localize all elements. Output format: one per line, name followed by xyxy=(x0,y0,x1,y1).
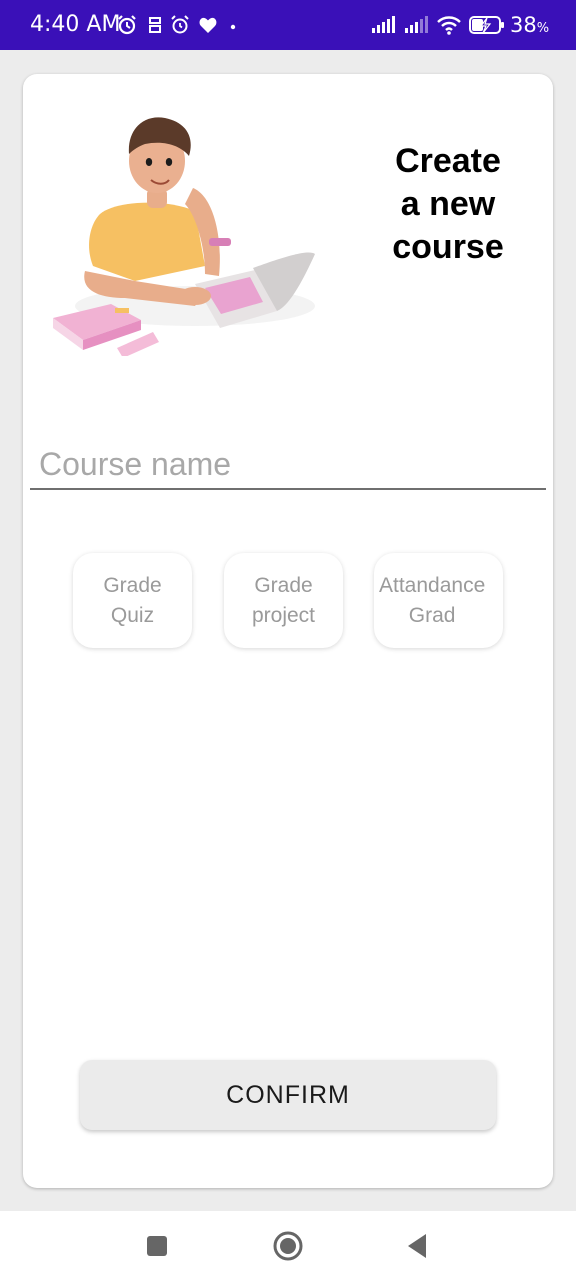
back-icon[interactable] xyxy=(401,1229,435,1263)
battery-percent-unit: % xyxy=(536,21,550,36)
person-with-laptop-illustration xyxy=(53,117,315,356)
page-title: Create a new course xyxy=(392,142,504,266)
grade-quiz-button[interactable]: Grade Quiz xyxy=(73,553,192,648)
signal-icon xyxy=(372,16,395,33)
status-right-icons xyxy=(370,14,510,36)
battery-percent-value: 38 xyxy=(510,13,537,37)
grade-project-button[interactable]: Grade project xyxy=(224,553,343,648)
dot-icon xyxy=(230,24,236,30)
navigation-bar xyxy=(0,1211,576,1280)
recents-icon[interactable] xyxy=(140,1229,174,1263)
battery-percent: 38% xyxy=(510,12,549,42)
alarm-clock-icon xyxy=(171,15,189,34)
vpn-icon xyxy=(149,17,161,33)
battery-charging-icon xyxy=(469,16,504,34)
attendance-grade-button[interactable]: Attandance Grad xyxy=(374,553,503,648)
status-bar: 4:40 AM 38% xyxy=(0,0,576,50)
home-icon[interactable] xyxy=(271,1229,305,1263)
heart-icon xyxy=(199,17,217,33)
status-time: 4:40 AM xyxy=(30,12,121,37)
signal-icon xyxy=(405,16,428,33)
wifi-icon xyxy=(437,16,461,35)
confirm-button[interactable]: CONFIRM xyxy=(80,1060,496,1130)
create-course-card: Create a new course Grade Quiz Grade pro… xyxy=(23,74,553,1188)
course-name-input[interactable] xyxy=(30,440,546,490)
alarm-icon xyxy=(118,15,136,35)
